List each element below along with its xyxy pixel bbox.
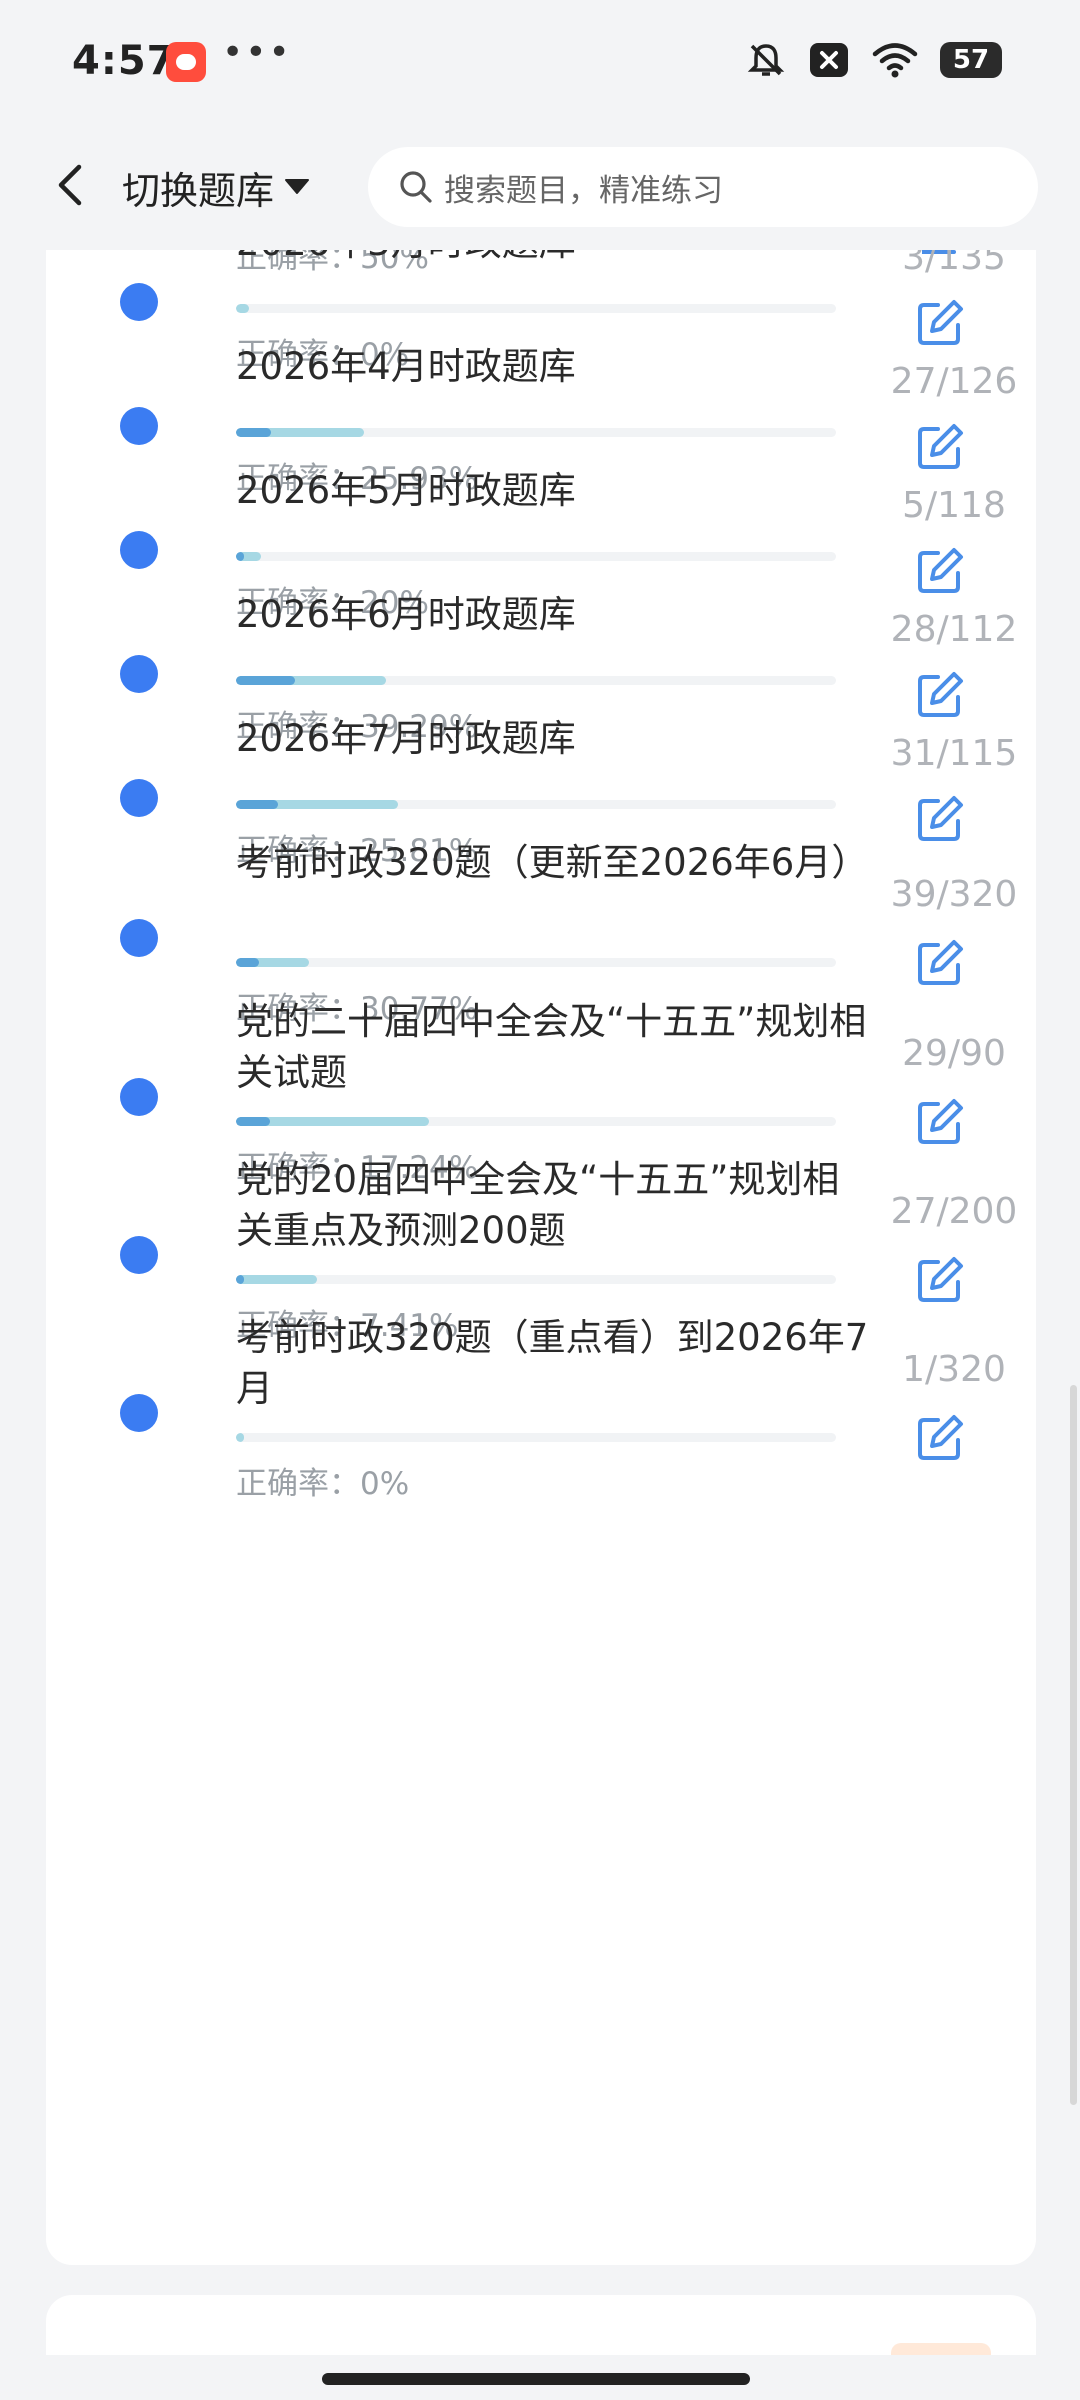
progress-correct-fill <box>236 800 278 809</box>
bank-progress-count: 29/90 <box>902 1033 1006 1074</box>
question-bank-item[interactable]: 党的20届四中全会及“十五五”规划相关重点及预测200题 正确率：7.41% 27/… <box>46 1154 1036 1344</box>
progress-bar <box>236 800 836 809</box>
bank-accuracy: 正确率：0% <box>236 1466 410 1502</box>
bank-title: 考前时政320题（更新至2026年6月） <box>236 841 869 884</box>
question-bank-item[interactable]: 2026年5月时政题库 正确率：20% 5/118 <box>46 465 1036 621</box>
wifi-icon <box>872 43 918 78</box>
bank-progress-count: 1/320 <box>902 1349 1006 1390</box>
progress-done-fill <box>236 1433 244 1442</box>
edit-icon[interactable] <box>914 1254 966 1306</box>
progress-bar <box>236 676 836 685</box>
switch-bank-dropdown[interactable]: 切换题库 <box>122 159 310 215</box>
bank-status-dot <box>120 655 158 693</box>
caret-down-icon <box>285 179 310 194</box>
bank-title: 2026年4月时政题库 <box>236 345 576 388</box>
chevron-left-icon <box>58 164 82 206</box>
scrollbar[interactable] <box>1070 1385 1077 2105</box>
progress-bar <box>236 958 836 967</box>
home-indicator[interactable] <box>322 2373 750 2385</box>
bank-progress-count: 39/320 <box>890 874 1018 915</box>
edit-icon[interactable] <box>914 1096 966 1148</box>
progress-correct-fill <box>236 1117 270 1126</box>
bank-status-dot <box>120 283 158 321</box>
progress-correct-fill <box>236 958 259 967</box>
more-notifications-icon: ••• <box>222 32 292 73</box>
question-bank-item[interactable]: 党的二十届四中全会及“十五五”规划相关试题 正确率：17.24% 29/90 <box>46 996 1036 1186</box>
edit-icon[interactable] <box>914 1412 966 1464</box>
progress-correct-fill <box>236 428 272 437</box>
progress-correct-fill <box>236 552 244 561</box>
bank-progress-count: 5/118 <box>902 485 1006 526</box>
bank-status-dot <box>120 1078 158 1116</box>
progress-done-fill <box>236 304 250 313</box>
question-bank-item[interactable]: 2026年6月时政题库 正确率：39.29% 28/112 <box>46 589 1036 745</box>
progress-correct-fill <box>236 676 295 685</box>
question-bank-item[interactable]: 2026年4月时政题库 正确率：25.93% 27/126 <box>46 341 1036 497</box>
progress-bar <box>236 1117 836 1126</box>
system-icons: 57 <box>746 40 1002 80</box>
progress-correct-fill <box>236 1275 244 1284</box>
status-bar: 4:57 ••• 57 <box>0 0 1080 125</box>
search-icon <box>400 171 432 203</box>
bank-title: 党的20届四中全会及“十五五”规划相关重点及预测200题 <box>236 1158 840 1252</box>
mute-icon <box>747 44 785 76</box>
edit-icon[interactable] <box>914 937 966 989</box>
switch-bank-label: 切换题库 <box>122 168 275 213</box>
screen: 正确率：50% 2026年3月时政题库正确率：0%3/1352026年4月时政题… <box>0 0 1080 2400</box>
app-badge-icon <box>166 42 206 82</box>
progress-bar <box>236 552 836 561</box>
question-bank-item[interactable]: 考前时政320题（重点看）到2026年7月正确率：0% 1/320 <box>46 1312 1036 1502</box>
progress-bar <box>236 428 836 437</box>
bank-status-dot <box>120 531 158 569</box>
bank-title: 2026年6月时政题库 <box>236 593 576 636</box>
bank-status-dot <box>120 919 158 957</box>
bank-status-dot <box>120 407 158 445</box>
progress-done-fill <box>236 1275 317 1284</box>
close-box-icon <box>810 43 848 77</box>
progress-bar <box>236 1275 836 1284</box>
bank-status-dot <box>120 779 158 817</box>
back-button[interactable] <box>40 155 100 215</box>
status-time: 4:57 <box>72 38 176 84</box>
bank-title: 2026年5月时政题库 <box>236 469 576 512</box>
bank-title: 2026年7月时政题库 <box>236 717 576 760</box>
progress-bar <box>236 1433 836 1442</box>
bank-status-dot <box>120 1394 158 1432</box>
bank-title: 党的二十届四中全会及“十五五”规划相关试题 <box>236 1000 867 1094</box>
bank-progress-count: 31/115 <box>890 733 1018 774</box>
battery-icon: 57 <box>940 42 1002 78</box>
top-bar: 切换题库 搜索题目，精准练习 <box>0 125 1080 250</box>
search-bar[interactable]: 搜索题目，精准练习 <box>368 147 1038 227</box>
question-bank-card: 正确率：50% 2026年3月时政题库正确率：0%3/1352026年4月时政题… <box>46 120 1036 2265</box>
question-bank-item[interactable]: 考前时政320题（更新至2026年6月） 正确率：30.77% 39/320 <box>46 837 1036 1027</box>
progress-bar <box>236 304 836 313</box>
bank-status-dot <box>120 1236 158 1274</box>
question-bank-item[interactable]: 2026年7月时政题库 正确率：25.81% 31/115 <box>46 713 1036 869</box>
bank-progress-count: 27/200 <box>890 1191 1018 1232</box>
battery-level: 57 <box>952 45 990 75</box>
search-placeholder: 搜索题目，精准练习 <box>444 172 723 209</box>
bank-progress-count: 27/126 <box>890 361 1018 402</box>
bank-progress-count: 28/112 <box>890 609 1018 650</box>
bank-title: 考前时政320题（重点看）到2026年7月 <box>236 1316 869 1410</box>
